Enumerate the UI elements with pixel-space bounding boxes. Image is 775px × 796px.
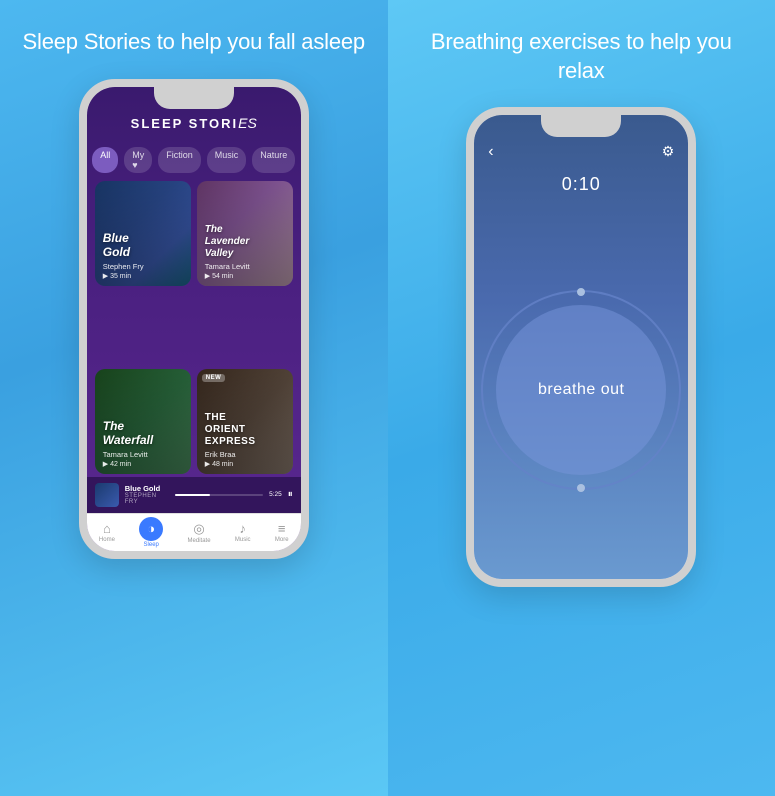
breathing-inner-circle: breathe out bbox=[496, 305, 666, 475]
nav-more[interactable]: ≡ More bbox=[275, 521, 289, 543]
story-content-lavender: TheLavenderValley Tamara Levitt ▶ 54 min bbox=[197, 218, 293, 286]
nav-sleep[interactable]: ◑ Sleep bbox=[139, 517, 163, 548]
filter-tabs: All My ♥ Fiction Music Nature bbox=[87, 139, 301, 181]
sleep-icon: ◑ bbox=[139, 517, 163, 541]
now-playing-bar[interactable]: Blue Gold STEPHEN FRY 5:25 ⏸ bbox=[87, 477, 301, 513]
filter-fiction[interactable]: Fiction bbox=[158, 147, 201, 173]
circle-dot-bottom bbox=[577, 484, 585, 492]
more-icon: ≡ bbox=[278, 521, 286, 536]
music-icon: ♪ bbox=[239, 521, 246, 536]
nav-meditate-label: Meditate bbox=[188, 538, 211, 544]
circle-dot-top bbox=[577, 288, 585, 296]
sleep-stories-title: SLEEP STORIes bbox=[97, 115, 291, 131]
story-card-lavender[interactable]: TheLavenderValley Tamara Levitt ▶ 54 min bbox=[197, 181, 293, 286]
bottom-nav: ⌂ Home ◑ Sleep ◎ Meditate ♪ Music bbox=[87, 513, 301, 551]
new-badge: NEW bbox=[202, 374, 226, 382]
story-duration-lavender: ▶ 54 min bbox=[205, 272, 285, 280]
story-card-orient[interactable]: NEW THEORIENTEXPRESS Erik Braa ▶ 48 min bbox=[197, 369, 293, 474]
now-playing-progress bbox=[175, 494, 263, 496]
phone-notch-right bbox=[541, 115, 621, 137]
left-phone-screen: SLEEP STORIes All My ♥ Fiction Music Nat… bbox=[87, 87, 301, 551]
story-author-lavender: Tamara Levitt bbox=[205, 262, 285, 271]
story-content-orient: THEORIENTEXPRESS Erik Braa ▶ 48 min bbox=[197, 406, 293, 474]
story-card-blue-gold[interactable]: BlueGold Stephen Fry ▶ 35 min bbox=[95, 181, 191, 286]
story-duration-orient: ▶ 48 min bbox=[205, 460, 285, 468]
nav-music-label: Music bbox=[235, 537, 251, 543]
story-author-waterfall: Tamara Levitt bbox=[103, 450, 183, 459]
story-title-lavender: TheLavenderValley bbox=[205, 224, 285, 260]
pause-button[interactable]: ⏸ bbox=[288, 489, 293, 500]
now-playing-thumbnail bbox=[95, 483, 119, 507]
now-playing-info: Blue Gold STEPHEN FRY bbox=[125, 484, 169, 505]
nav-home-label: Home bbox=[99, 537, 115, 543]
breathing-screen: ‹ ⚙ 0:10 breathe out bbox=[474, 115, 688, 579]
story-title-blue-gold: BlueGold bbox=[103, 231, 183, 260]
nav-home[interactable]: ⌂ Home bbox=[99, 521, 115, 543]
phone-notch-left bbox=[154, 87, 234, 109]
nav-meditate[interactable]: ◎ Meditate bbox=[188, 521, 211, 544]
story-author-orient: Erik Braa bbox=[205, 450, 285, 459]
breathing-circle-container: breathe out bbox=[474, 200, 688, 579]
progress-bar bbox=[175, 494, 263, 496]
filter-music[interactable]: Music bbox=[207, 147, 247, 173]
right-phone: ‹ ⚙ 0:10 breathe out bbox=[466, 107, 696, 587]
settings-button[interactable]: ⚙ bbox=[662, 143, 675, 161]
breathing-outer-circle: breathe out bbox=[481, 290, 681, 490]
nav-more-label: More bbox=[275, 537, 289, 543]
meditate-icon: ◎ bbox=[193, 521, 204, 537]
now-playing-author: STEPHEN FRY bbox=[125, 493, 169, 505]
story-content-waterfall: TheWaterfall Tamara Levitt ▶ 42 min bbox=[95, 413, 191, 474]
progress-fill bbox=[175, 494, 210, 496]
story-card-waterfall[interactable]: TheWaterfall Tamara Levitt ▶ 42 min bbox=[95, 369, 191, 474]
nav-music[interactable]: ♪ Music bbox=[235, 521, 251, 543]
breathe-out-text: breathe out bbox=[538, 381, 624, 399]
right-panel-title: Breathing exercises to help you relax bbox=[408, 28, 756, 85]
now-playing-time: 5:25 bbox=[269, 491, 282, 498]
story-title-waterfall: TheWaterfall bbox=[103, 419, 183, 448]
right-panel: Breathing exercises to help you relax ‹ … bbox=[388, 0, 775, 796]
left-phone: SLEEP STORIes All My ♥ Fiction Music Nat… bbox=[79, 79, 309, 559]
right-phone-screen: ‹ ⚙ 0:10 breathe out bbox=[474, 115, 688, 579]
story-duration-waterfall: ▶ 42 min bbox=[103, 460, 183, 468]
story-content-blue-gold: BlueGold Stephen Fry ▶ 35 min bbox=[95, 225, 191, 286]
left-panel-title: Sleep Stories to help you fall asleep bbox=[23, 28, 365, 57]
story-title-orient: THEORIENTEXPRESS bbox=[205, 412, 285, 448]
left-panel: Sleep Stories to help you fall asleep SL… bbox=[0, 0, 388, 796]
back-button[interactable]: ‹ bbox=[488, 143, 493, 161]
story-author-blue-gold: Stephen Fry bbox=[103, 262, 183, 271]
home-icon: ⌂ bbox=[103, 521, 111, 536]
filter-nature[interactable]: Nature bbox=[252, 147, 295, 173]
breathing-timer: 0:10 bbox=[474, 169, 688, 200]
filter-all[interactable]: All bbox=[92, 147, 118, 173]
nav-sleep-label: Sleep bbox=[144, 542, 159, 548]
filter-my[interactable]: My ♥ bbox=[124, 147, 152, 173]
now-playing-title: Blue Gold bbox=[125, 484, 169, 493]
story-duration-blue-gold: ▶ 35 min bbox=[103, 272, 183, 280]
